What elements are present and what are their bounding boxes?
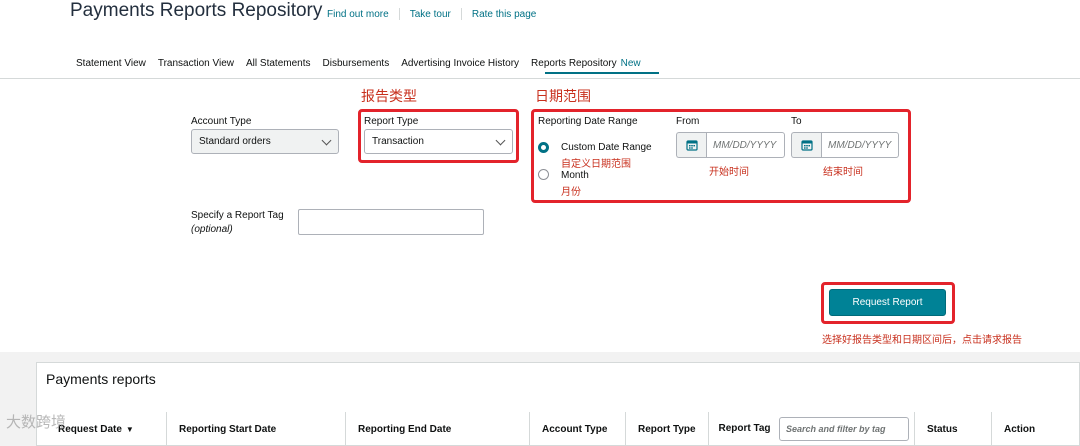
from-label: From bbox=[676, 116, 700, 127]
tab-reports-repository[interactable]: Reports Repository New bbox=[531, 58, 641, 69]
tab-advertising-invoice-history[interactable]: Advertising Invoice History bbox=[401, 58, 519, 69]
account-type-label: Account Type bbox=[191, 116, 252, 127]
chevron-down-icon bbox=[321, 135, 332, 146]
column-header-status: Status bbox=[914, 412, 991, 446]
annotation-report-type: 报告类型 bbox=[361, 89, 417, 105]
to-calendar-button[interactable] bbox=[791, 132, 821, 158]
to-date-input[interactable]: MM/DD/YYYY bbox=[821, 132, 899, 158]
column-header-report-tag: Report Tag Search and filter by tag bbox=[708, 412, 914, 446]
report-type-select[interactable]: Transaction bbox=[364, 129, 513, 154]
annotation-from: 开始时间 bbox=[709, 167, 749, 178]
column-header-report-type: Report Type bbox=[625, 412, 708, 446]
chevron-down-icon bbox=[495, 135, 506, 146]
custom-date-range-label[interactable]: Custom Date Range bbox=[561, 142, 652, 153]
nav-tabs: Statement View Transaction View All Stat… bbox=[76, 58, 653, 69]
column-header-account-type: Account Type bbox=[529, 412, 625, 446]
account-type-select[interactable]: Standard orders bbox=[191, 129, 339, 154]
column-header-reporting-start-date: Reporting Start Date bbox=[166, 412, 345, 446]
report-type-value: Transaction bbox=[372, 136, 424, 147]
month-radio[interactable] bbox=[538, 169, 549, 180]
annotation-date-range: 日期范围 bbox=[535, 89, 591, 105]
calendar-icon bbox=[685, 140, 698, 151]
rate-this-page-link[interactable]: Rate this page bbox=[472, 9, 537, 20]
page-title: Payments Reports Repository bbox=[70, 0, 323, 21]
account-type-value: Standard orders bbox=[199, 136, 271, 147]
calendar-icon bbox=[800, 140, 813, 151]
from-calendar-button[interactable] bbox=[676, 132, 706, 158]
report-tag-optional: (optional) bbox=[191, 224, 233, 235]
sort-icon[interactable]: ▼ bbox=[126, 425, 134, 434]
tab-statement-view[interactable]: Statement View bbox=[76, 58, 146, 69]
link-divider bbox=[460, 8, 462, 20]
request-report-button[interactable]: Request Report bbox=[829, 289, 946, 316]
reporting-date-range-label: Reporting Date Range bbox=[538, 116, 638, 127]
nav-divider bbox=[0, 78, 1080, 79]
from-date-input[interactable]: MM/DD/YYYY bbox=[706, 132, 785, 158]
annotation-to: 结束时间 bbox=[823, 167, 863, 178]
tab-transaction-view[interactable]: Transaction View bbox=[158, 58, 234, 69]
report-type-label: Report Type bbox=[364, 116, 419, 127]
watermark: 大数跨境 bbox=[6, 413, 67, 431]
tab-disbursements[interactable]: Disbursements bbox=[323, 58, 390, 69]
annotation-custom-range: 自定义日期范围 bbox=[561, 159, 631, 170]
active-tab-indicator bbox=[545, 72, 659, 74]
header-links: Find out more Take tour Rate this page bbox=[327, 8, 536, 20]
report-tag-input[interactable] bbox=[298, 209, 484, 235]
tab-reports-repository-label: Reports Repository bbox=[531, 58, 617, 69]
column-label: Report Tag bbox=[718, 423, 771, 434]
column-header-action: Action bbox=[991, 412, 1080, 446]
tab-all-statements[interactable]: All Statements bbox=[246, 58, 310, 69]
month-label[interactable]: Month bbox=[561, 170, 589, 181]
annotation-month: 月份 bbox=[561, 187, 581, 198]
annotation-request: 选择好报告类型和日期区间后，点击请求报告 bbox=[822, 335, 1022, 346]
take-tour-link[interactable]: Take tour bbox=[410, 9, 451, 20]
custom-date-range-radio[interactable] bbox=[538, 142, 549, 153]
link-divider bbox=[398, 8, 400, 20]
find-out-more-link[interactable]: Find out more bbox=[327, 9, 389, 20]
to-label: To bbox=[791, 116, 802, 127]
column-label: Request Date bbox=[58, 423, 122, 435]
new-badge: New bbox=[620, 58, 641, 69]
report-tag-label: Specify a Report Tag bbox=[191, 210, 284, 221]
reports-title: Payments reports bbox=[46, 371, 156, 387]
tag-search-input[interactable]: Search and filter by tag bbox=[779, 417, 909, 441]
column-header-reporting-end-date: Reporting End Date bbox=[345, 412, 529, 446]
